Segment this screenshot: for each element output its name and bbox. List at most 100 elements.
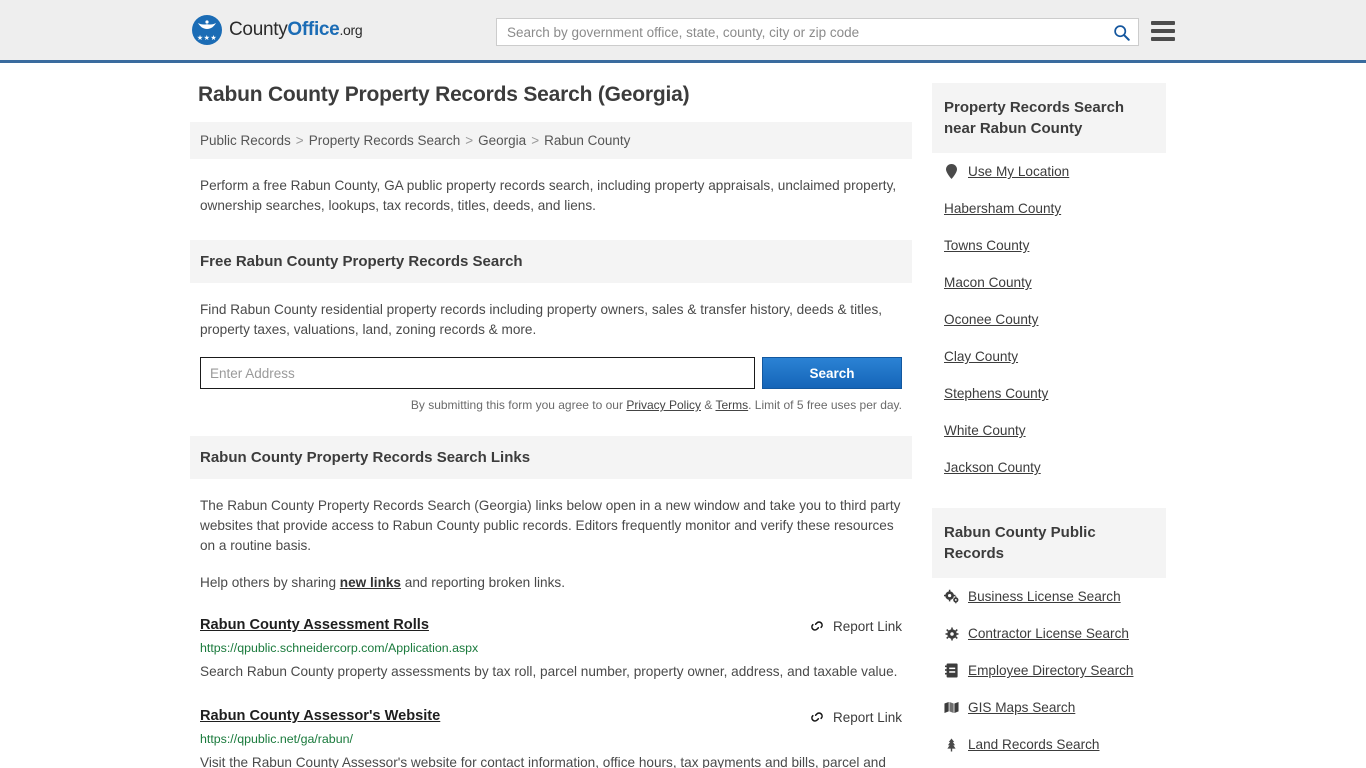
free-search-description: Find Rabun County residential property r… [190, 300, 912, 340]
sidebar-item-gis-maps-search[interactable]: GIS Maps Search [944, 689, 1154, 726]
sidebar-block-public-records: Rabun County Public Records [932, 508, 1166, 763]
search-input[interactable] [497, 19, 1104, 45]
result-header: Rabun County Assessment Rolls Report Lin… [200, 617, 902, 634]
sidebar-item-oconee-county[interactable]: Oconee County [944, 301, 1154, 338]
report-link-label: Report Link [833, 710, 902, 725]
logo-text-org: .org [339, 22, 362, 38]
fineprint-after: . Limit of 5 free uses per day. [748, 398, 902, 412]
sidebar-list-nearby: Use My Location Habersham County Towns C… [932, 153, 1166, 486]
page-intro-text: Perform a free Rabun County, GA public p… [190, 176, 912, 216]
hamburger-bar-2 [1151, 29, 1175, 33]
map-folded-icon [944, 700, 959, 715]
cogs-glyph [944, 589, 959, 604]
eagle-seal-icon: ★★★ [192, 15, 222, 45]
report-link-button[interactable]: Report Link [809, 708, 902, 725]
sidebar-link-label[interactable]: Employee Directory Search [968, 663, 1133, 678]
new-links-link[interactable]: new links [340, 575, 401, 590]
report-link-button[interactable]: Report Link [809, 617, 902, 634]
sidebar-item-stephens-county[interactable]: Stephens County [944, 375, 1154, 412]
cogs-icon [944, 589, 959, 604]
links-section-heading: Rabun County Property Records Search Lin… [190, 436, 912, 479]
hamburger-bar-3 [1151, 37, 1175, 41]
sidebar-item-business-license-search[interactable]: Business License Search [944, 578, 1154, 615]
terms-link[interactable]: Terms [715, 398, 748, 412]
page-title: Rabun County Property Records Search (Ge… [198, 83, 912, 107]
logo-wordmark: CountyOffice.org [229, 19, 362, 41]
help-before-text: Help others by sharing [200, 575, 340, 590]
sidebar-link-label[interactable]: White County [944, 423, 1026, 438]
sidebar-link-label[interactable]: Macon County [944, 275, 1032, 290]
sidebar-item-towns-county[interactable]: Towns County [944, 227, 1154, 264]
sidebar-item-jackson-county[interactable]: Jackson County [944, 449, 1154, 486]
report-link-label: Report Link [833, 619, 902, 634]
sidebar-link-label[interactable]: Land Records Search [968, 737, 1099, 752]
sidebar-item-use-my-location[interactable]: Use My Location [944, 153, 1154, 190]
sidebar-item-macon-county[interactable]: Macon County [944, 264, 1154, 301]
fineprint-amp: & [701, 398, 715, 412]
map-folded-glyph [944, 701, 959, 714]
main-column: Rabun County Property Records Search (Ge… [190, 83, 912, 768]
breadcrumb: Public Records > Property Records Search > G… [190, 122, 912, 159]
result-item: Rabun County Assessment Rolls Report Lin… [200, 617, 902, 684]
land-marker-icon [944, 737, 959, 752]
cog-glyph [945, 627, 959, 641]
breadcrumb-separator: > [531, 133, 539, 148]
address-search-form: Search [200, 357, 902, 389]
privacy-policy-link[interactable]: Privacy Policy [626, 398, 701, 412]
address-input[interactable] [200, 357, 755, 389]
search-icon[interactable] [1104, 19, 1138, 45]
sidebar-item-employee-directory-search[interactable]: Employee Directory Search [944, 652, 1154, 689]
map-pin-icon [944, 164, 959, 179]
sidebar-item-land-records-search[interactable]: Land Records Search [944, 726, 1154, 763]
broken-link-icon [809, 618, 825, 634]
sidebar-list-public-records: Business License Search [932, 578, 1166, 763]
sidebar-link-label[interactable]: Habersham County [944, 201, 1061, 216]
fineprint-before: By submitting this form you agree to our [411, 398, 626, 412]
sidebar-link-label[interactable]: Towns County [944, 238, 1029, 253]
result-title-link[interactable]: Rabun County Assessment Rolls [200, 617, 429, 633]
site-header: ★★★ CountyOffice.org [0, 0, 1366, 63]
hamburger-menu-icon[interactable] [1151, 21, 1175, 41]
breadcrumb-separator: > [296, 133, 304, 148]
result-title-link[interactable]: Rabun County Assessor's Website [200, 708, 440, 724]
cog-icon [944, 626, 959, 641]
search-glyph [1113, 24, 1130, 41]
address-search-button[interactable]: Search [762, 357, 902, 389]
breadcrumb-separator: > [465, 133, 473, 148]
sidebar-link-label[interactable]: Business License Search [968, 589, 1121, 604]
result-url: https://qpublic.net/ga/rabun/ [200, 732, 902, 746]
breadcrumb-item-georgia[interactable]: Georgia [478, 133, 526, 148]
form-fineprint: By submitting this form you agree to our… [200, 398, 902, 412]
sidebar-item-white-county[interactable]: White County [944, 412, 1154, 449]
sidebar-item-clay-county[interactable]: Clay County [944, 338, 1154, 375]
logo-text-office: Office [287, 19, 339, 40]
result-header: Rabun County Assessor's Website Report L… [200, 708, 902, 725]
sidebar-link-label[interactable]: Oconee County [944, 312, 1038, 327]
site-logo[interactable]: ★★★ CountyOffice.org [192, 15, 362, 45]
eagle-glyph [196, 19, 218, 30]
sidebar-link-label[interactable]: Contractor License Search [968, 626, 1129, 641]
sidebar-block-nearby: Property Records Search near Rabun Count… [932, 83, 1166, 486]
address-book-glyph [945, 663, 958, 678]
sidebar-link-label[interactable]: Clay County [944, 349, 1018, 364]
sidebar-item-contractor-license-search[interactable]: Contractor License Search [944, 615, 1154, 652]
links-section-help: Help others by sharing new links and rep… [190, 573, 912, 593]
map-pin-glyph [946, 164, 957, 179]
sidebar-heading-public-records: Rabun County Public Records [932, 508, 1166, 578]
sidebar-heading-nearby: Property Records Search near Rabun Count… [932, 83, 1166, 153]
result-description: Search Rabun County property assessments… [200, 659, 902, 684]
sidebar-item-habersham-county[interactable]: Habersham County [944, 190, 1154, 227]
sidebar-link-label[interactable]: GIS Maps Search [968, 700, 1075, 715]
sidebar-link-label[interactable]: Use My Location [968, 164, 1069, 179]
global-search-box[interactable] [496, 18, 1139, 46]
sidebar-link-label[interactable]: Stephens County [944, 386, 1048, 401]
land-marker-glyph [946, 738, 957, 752]
sidebar-link-label[interactable]: Jackson County [944, 460, 1041, 475]
breadcrumb-item-public-records[interactable]: Public Records [200, 133, 291, 148]
stars-glyph: ★★★ [197, 35, 217, 42]
breadcrumb-item-property-records-search[interactable]: Property Records Search [309, 133, 461, 148]
result-item: Rabun County Assessor's Website Report L… [200, 708, 902, 768]
hamburger-bar-1 [1151, 21, 1175, 25]
result-url: https://qpublic.schneidercorp.com/Applic… [200, 641, 902, 655]
breadcrumb-item-rabun-county[interactable]: Rabun County [544, 133, 630, 148]
